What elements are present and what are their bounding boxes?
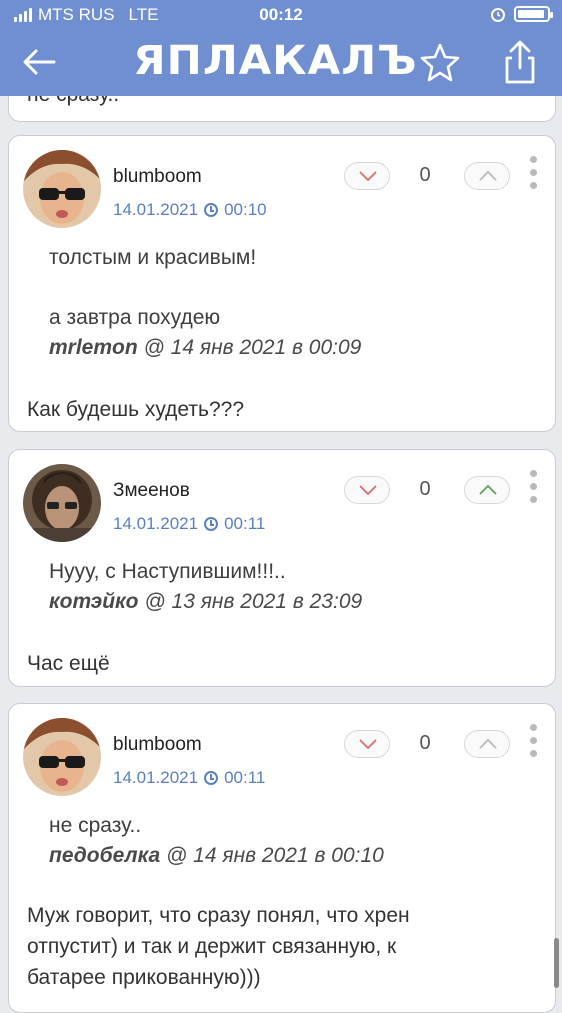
back-arrow-icon [23, 49, 56, 75]
scrollbar[interactable] [554, 938, 559, 988]
upvote-button[interactable] [464, 476, 510, 504]
more-icon [526, 470, 540, 503]
comment-date: 14.01.2021 [113, 514, 199, 533]
quote-author[interactable]: котэйко [49, 590, 139, 613]
comment-body-line: Муж говорит, что сразу понял, что хрен [27, 904, 410, 927]
comment-time: 00:11 [224, 514, 266, 533]
vote-count: 0 [419, 478, 431, 500]
upvote-icon [479, 738, 497, 749]
upvote-button[interactable] [464, 162, 510, 190]
quote-meta: @ 13 янв 2021 в 23:09 [144, 590, 363, 613]
quote-attribution: педобелка @ 14 янв 2021 в 00:10 [49, 844, 384, 868]
comment-body: Муж говорит, что сразу понял, что хрен о… [27, 900, 410, 993]
avatar[interactable] [23, 718, 101, 796]
clock-time: 00:12 [259, 5, 303, 24]
share-icon [505, 40, 535, 84]
comment-card: blumboom 14.01.2021 00:11 0 не сразу.. п… [8, 703, 556, 1013]
more-menu-button[interactable] [526, 470, 540, 510]
username[interactable]: Змеенов [113, 480, 190, 502]
back-button[interactable] [18, 42, 62, 82]
vote-count: 0 [419, 164, 431, 186]
nav-bar: ЯПЛАКАЛЪ [0, 34, 562, 90]
downvote-button[interactable] [344, 730, 390, 758]
status-bar: MTS RUS LTE 00:12 [0, 5, 562, 29]
downvote-icon [359, 171, 377, 182]
comment-body: Час ещё [27, 652, 110, 675]
more-menu-button[interactable] [526, 156, 540, 196]
comment-meta: 14.01.2021 00:10 [113, 200, 267, 220]
avatar[interactable] [23, 150, 101, 228]
downvote-button[interactable] [344, 162, 390, 190]
battery-icon [514, 6, 553, 22]
comment-time: 00:11 [224, 768, 266, 787]
downvote-icon [359, 485, 377, 496]
vote-count: 0 [419, 732, 431, 754]
quote-author[interactable]: mrlemon [49, 336, 138, 359]
quote-meta: @ 14 янв 2021 в 00:10 [166, 844, 384, 867]
quote-text: Нууу, с Наступившим!!!.. [49, 560, 286, 583]
more-icon [526, 156, 540, 189]
comment-card: Змеенов 14.01.2021 00:11 0 Нууу, с Насту… [8, 449, 556, 687]
quote-author[interactable]: педобелка [49, 844, 160, 867]
comment-meta: 14.01.2021 00:11 [113, 514, 265, 534]
comment-date: 14.01.2021 [113, 200, 199, 219]
more-icon [526, 724, 540, 757]
clock-icon [204, 203, 219, 217]
app-header: MTS RUS LTE 00:12 ЯПЛАКАЛЪ [0, 0, 562, 96]
star-icon [420, 43, 460, 82]
downvote-button[interactable] [344, 476, 390, 504]
quote-meta: @ 14 янв 2021 в 00:09 [143, 336, 362, 359]
username[interactable]: blumboom [113, 734, 202, 756]
site-logo[interactable]: ЯПЛАКАЛЪ [133, 38, 417, 84]
clock-icon [204, 771, 219, 785]
comment-time: 00:10 [224, 200, 267, 219]
comment-body-line: батарее прикованную))) [27, 966, 261, 989]
quote-text: толстым и красивым! [49, 246, 257, 269]
comment-meta: 14.01.2021 00:11 [113, 768, 265, 788]
upvote-icon [479, 484, 497, 495]
avatar[interactable] [23, 464, 101, 542]
favorite-button[interactable] [418, 40, 462, 84]
quote-attribution: котэйко @ 13 янв 2021 в 23:09 [49, 590, 362, 614]
comment-body-line: отпустит) и так и держит связанную, к [27, 935, 397, 958]
more-menu-button[interactable] [526, 724, 540, 764]
upvote-icon [479, 170, 497, 181]
share-button[interactable] [498, 38, 542, 86]
quote-text: а завтра похудею [49, 306, 221, 329]
quote-attribution: mrlemon @ 14 янв 2021 в 00:09 [49, 336, 361, 360]
quote-text: не сразу.. [49, 814, 142, 837]
comment-card: blumboom 14.01.2021 00:10 0 толстым и кр… [8, 135, 556, 432]
comment-body: Как будешь худеть??? [27, 398, 244, 421]
clock-icon [204, 517, 219, 531]
upvote-button[interactable] [464, 730, 510, 758]
comment-date: 14.01.2021 [113, 768, 199, 787]
downvote-icon [359, 739, 377, 750]
alarm-icon [491, 8, 505, 22]
username[interactable]: blumboom [113, 166, 202, 188]
